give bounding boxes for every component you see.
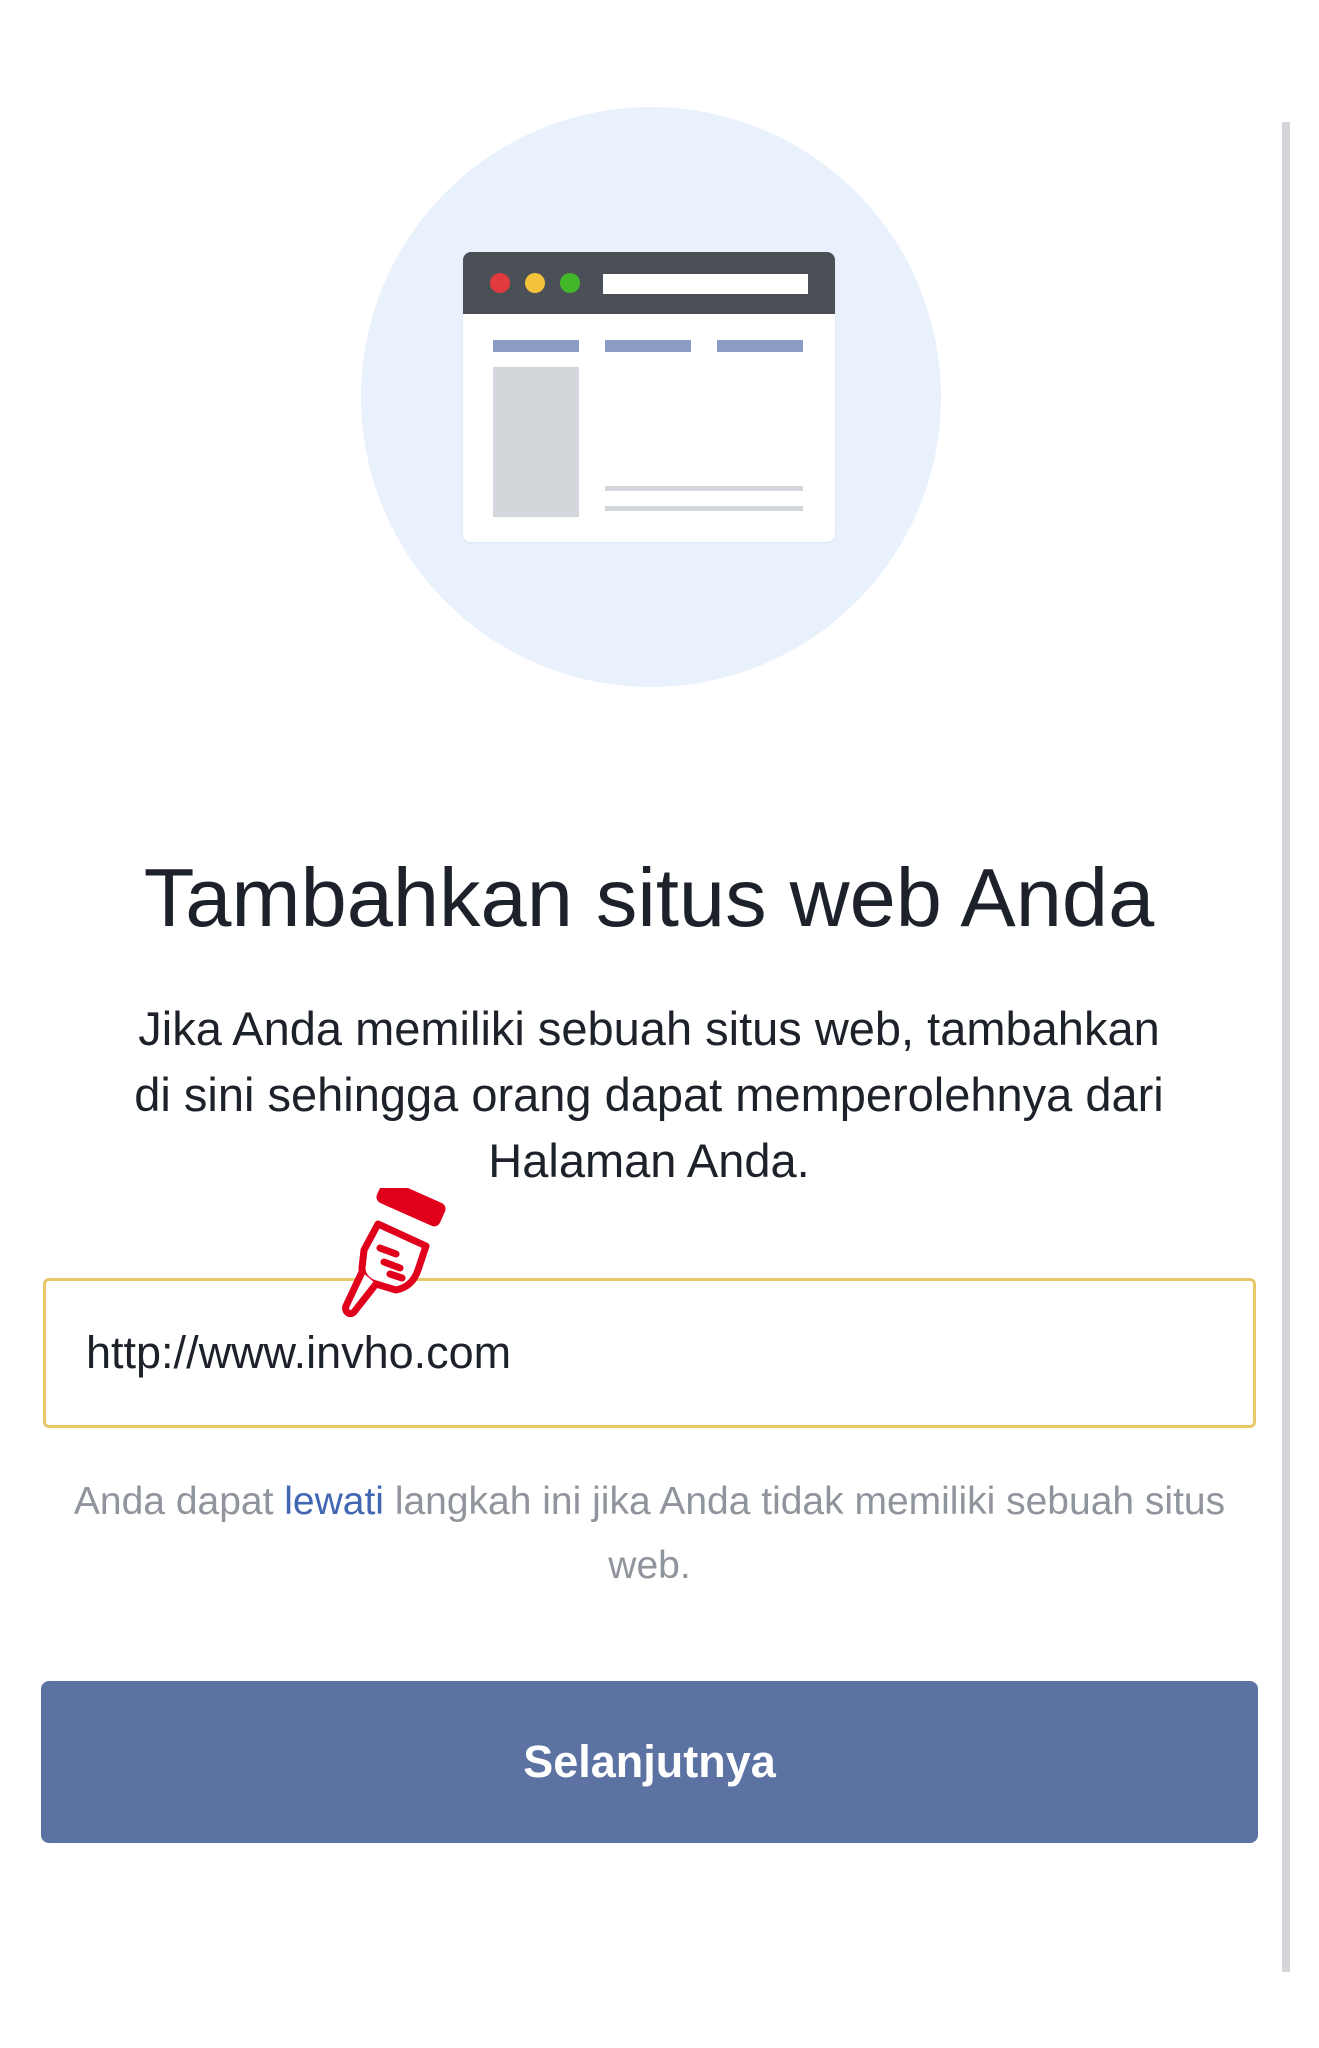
sidebar-block — [493, 367, 579, 517]
browser-title-bar — [463, 252, 835, 314]
browser-window-icon — [463, 252, 835, 542]
yellow-dot-icon — [525, 273, 545, 293]
hint-text-before: Anda dapat — [73, 1480, 285, 1523]
page-description: Jika Anda memiliki sebuah situs web, tam… — [134, 1002, 1164, 1187]
website-url-input[interactable] — [43, 1278, 1256, 1428]
nav-line — [493, 340, 579, 352]
pointing-hand-icon — [342, 1188, 446, 1318]
page-title: Tambahkan situs web Anda — [143, 851, 1155, 944]
scrollbar[interactable] — [1282, 122, 1290, 1972]
text-line — [605, 506, 803, 511]
red-dot-icon — [490, 273, 510, 293]
nav-line — [605, 340, 691, 352]
green-dot-icon — [560, 273, 580, 293]
address-bar-shape — [603, 274, 808, 294]
hint-text-after: langkah ini jika Anda tidak memiliki seb… — [383, 1480, 1226, 1587]
text-line — [605, 486, 803, 491]
nav-line — [717, 340, 803, 352]
skip-hint: Anda dapat lewati langkah ini jika Anda … — [43, 1470, 1256, 1598]
next-button[interactable]: Selanjutnya — [41, 1681, 1258, 1843]
skip-link[interactable]: lewati — [284, 1480, 384, 1523]
